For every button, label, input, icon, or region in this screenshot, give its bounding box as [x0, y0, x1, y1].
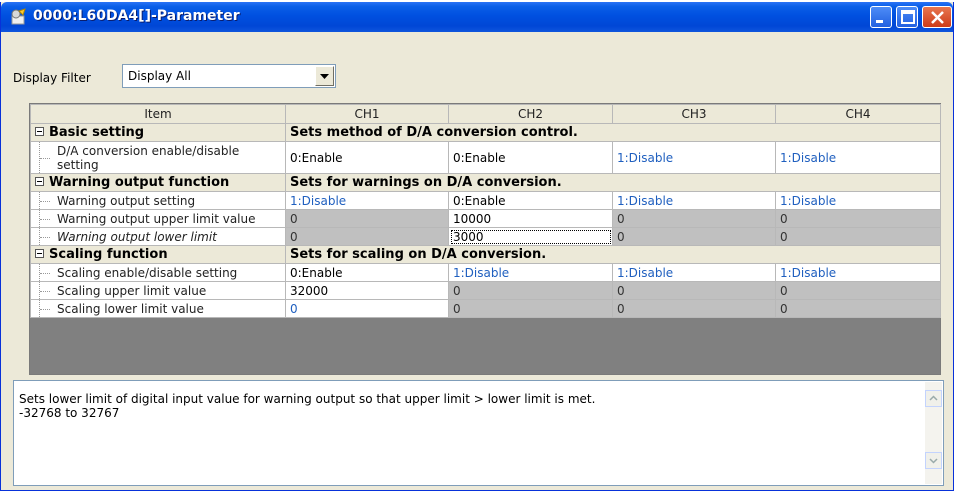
row-label-text: Warning output setting: [57, 193, 196, 208]
column-header-ch2[interactable]: CH2: [448, 104, 613, 124]
maximize-icon: [901, 10, 915, 24]
cell-ch2[interactable]: 0:Enable: [448, 191, 613, 210]
maximize-button[interactable]: [896, 6, 918, 28]
row-label: Scaling upper limit value: [30, 281, 286, 300]
parameter-window: 0000:L60DA4[]-Parameter Display Filter D…: [0, 2, 954, 491]
table-row: Scaling lower limit value 0 0 0 0: [30, 299, 941, 318]
cell-ch1[interactable]: 0:Enable: [285, 263, 449, 282]
header-row: Item CH1 CH2 CH3 CH4: [30, 104, 941, 124]
column-header-ch1[interactable]: CH1: [285, 104, 449, 124]
cell-ch4[interactable]: 1:Disable: [775, 191, 941, 210]
cell-ch4[interactable]: 0: [775, 299, 941, 318]
cell-ch1[interactable]: 32000: [285, 281, 449, 300]
row-label-text: Scaling upper limit value: [57, 283, 207, 298]
row-label-text: Scaling enable/disable setting: [57, 265, 238, 280]
cell-ch2[interactable]: 10000: [448, 209, 613, 228]
group-row-scaling-function: Scaling function Sets for scaling on D/A…: [30, 245, 941, 264]
window-title: 0000:L60DA4[]-Parameter: [33, 8, 240, 24]
cell-ch4[interactable]: 0: [775, 227, 941, 246]
description-panel: Sets lower limit of digital input value …: [13, 380, 944, 486]
cell-ch1[interactable]: 0: [285, 299, 449, 318]
group-label: Scaling function: [49, 247, 168, 262]
group-warning-output[interactable]: Warning output function: [30, 173, 286, 192]
cell-ch2[interactable]: 0: [448, 281, 613, 300]
cell-ch2[interactable]: 0: [448, 299, 613, 318]
cell-ch3[interactable]: 0: [612, 209, 776, 228]
cell-ch3[interactable]: 0: [612, 281, 776, 300]
display-filter-value: Display All: [128, 69, 191, 83]
collapse-icon[interactable]: [35, 127, 44, 136]
close-button[interactable]: [922, 6, 952, 28]
display-filter-label: Display Filter: [13, 71, 91, 85]
cell-ch2[interactable]: 0:Enable: [448, 141, 613, 174]
parameter-grid: Item CH1 CH2 CH3 CH4 Basic setting Sets …: [29, 103, 941, 375]
row-label: Scaling lower limit value: [30, 299, 286, 318]
row-label-text: D/A conversion enable/disable setting: [57, 143, 240, 172]
cell-ch2[interactable]: 1:Disable: [448, 263, 613, 282]
description-text: Sets lower limit of digital input value …: [19, 392, 595, 420]
table-row: Scaling enable/disable setting 0:Enable …: [30, 263, 941, 282]
cell-ch4[interactable]: 1:Disable: [775, 141, 941, 174]
row-label-text: Warning output lower limit: [57, 229, 217, 244]
group-label: Basic setting: [49, 125, 145, 140]
group-description: Sets for warnings on D/A conversion.: [285, 173, 941, 192]
row-label-text: Warning output upper limit value: [57, 211, 256, 226]
group-label: Warning output function: [49, 175, 230, 190]
column-header-item[interactable]: Item: [30, 104, 286, 124]
minimize-button[interactable]: [870, 6, 892, 28]
collapse-icon[interactable]: [35, 177, 44, 186]
parameter-table: Item CH1 CH2 CH3 CH4 Basic setting Sets …: [30, 104, 941, 318]
display-filter-select[interactable]: Display All: [122, 64, 336, 88]
row-label: D/A conversion enable/disable setting: [30, 141, 286, 174]
scroll-down-icon: [929, 458, 938, 464]
cell-ch3[interactable]: 1:Disable: [612, 263, 776, 282]
table-row: Scaling upper limit value 32000 0 0 0: [30, 281, 941, 300]
group-basic-setting[interactable]: Basic setting: [30, 123, 286, 142]
table-row: Warning output upper limit value 0 10000…: [30, 209, 941, 228]
table-row: D/A conversion enable/disable setting 0:…: [30, 141, 941, 174]
scroll-down-button[interactable]: [925, 452, 942, 469]
cell-ch4[interactable]: 1:Disable: [775, 263, 941, 282]
cell-ch3[interactable]: 0: [612, 227, 776, 246]
minimize-icon: [876, 20, 883, 23]
cell-ch3[interactable]: 0: [612, 299, 776, 318]
dropdown-button[interactable]: [315, 66, 334, 86]
cell-ch2-focused[interactable]: 3000: [448, 227, 613, 246]
cell-ch4[interactable]: 0: [775, 281, 941, 300]
cell-ch4[interactable]: 0: [775, 209, 941, 228]
row-label-text: Scaling lower limit value: [57, 301, 204, 316]
scroll-up-button[interactable]: [925, 390, 942, 407]
group-row-basic-setting: Basic setting Sets method of D/A convers…: [30, 123, 941, 142]
group-row-warning-output: Warning output function Sets for warning…: [30, 173, 941, 192]
cell-ch1[interactable]: 0: [285, 209, 449, 228]
cell-ch1[interactable]: 1:Disable: [285, 191, 449, 210]
collapse-icon[interactable]: [35, 249, 44, 258]
scroll-up-icon: [929, 395, 938, 401]
group-description: Sets for scaling on D/A conversion.: [285, 245, 941, 264]
description-line-2: -32768 to 32767: [19, 406, 120, 420]
column-header-ch4[interactable]: CH4: [775, 104, 941, 124]
group-description: Sets method of D/A conversion control.: [285, 123, 941, 142]
close-icon: [931, 11, 944, 24]
cell-ch3[interactable]: 1:Disable: [612, 141, 776, 174]
title-bar[interactable]: 0000:L60DA4[]-Parameter: [1, 2, 953, 32]
description-scrollbar[interactable]: [925, 382, 942, 484]
table-row-selected: Warning output lower limit 0 3000 0 0: [30, 227, 941, 246]
chevron-down-icon: [320, 74, 329, 79]
row-label: Warning output lower limit: [30, 227, 286, 246]
parameter-icon: [11, 8, 26, 25]
table-row: Warning output setting 1:Disable 0:Enabl…: [30, 191, 941, 210]
row-label: Warning output setting: [30, 191, 286, 210]
cell-ch3[interactable]: 1:Disable: [612, 191, 776, 210]
row-label: Warning output upper limit value: [30, 209, 286, 228]
cell-ch1[interactable]: 0: [285, 227, 449, 246]
cell-ch1[interactable]: 0:Enable: [285, 141, 449, 174]
description-line-1: Sets lower limit of digital input value …: [19, 392, 596, 406]
column-header-ch3[interactable]: CH3: [612, 104, 776, 124]
group-scaling-function[interactable]: Scaling function: [30, 245, 286, 264]
row-label: Scaling enable/disable setting: [30, 263, 286, 282]
